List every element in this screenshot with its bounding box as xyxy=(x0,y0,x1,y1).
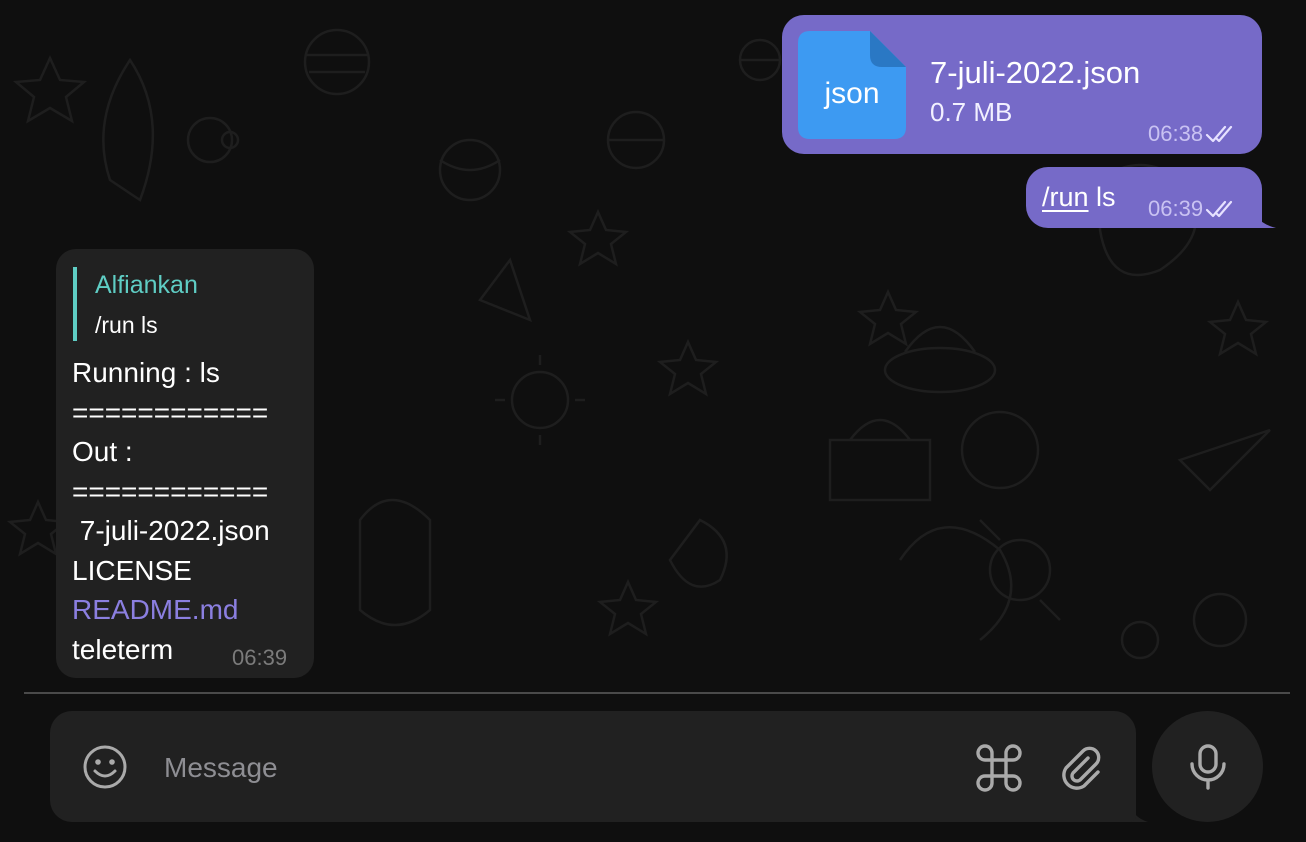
message-body: Running : ls ============ Out : ========… xyxy=(72,353,270,669)
double-check-icon xyxy=(1205,125,1233,143)
file-type-label: json xyxy=(824,77,880,110)
voice-message-button[interactable] xyxy=(1152,711,1263,822)
outgoing-command-message[interactable]: /run ls 06:39 xyxy=(1026,167,1262,228)
microphone-icon xyxy=(1190,744,1226,790)
smile-icon[interactable] xyxy=(83,745,127,789)
outgoing-file-message[interactable]: json 7-juli-2022.json 0.7 MB 06:38 xyxy=(782,15,1262,154)
bot-command-link[interactable]: /run xyxy=(1042,182,1089,212)
output-line: ============ xyxy=(72,475,269,507)
file-document-icon[interactable]: json xyxy=(798,31,906,139)
output-line: LICENSE xyxy=(72,554,192,586)
command-icon[interactable] xyxy=(974,743,1024,793)
message-meta: 06:39 xyxy=(1148,196,1239,222)
output-line: Out : xyxy=(72,436,133,467)
message-time: 06:39 xyxy=(232,645,288,670)
composer-divider xyxy=(24,692,1290,694)
message-time: 06:38 xyxy=(1148,121,1204,146)
file-size: 0.7 MB xyxy=(930,97,1013,127)
double-check-icon xyxy=(1205,200,1233,218)
message-composer xyxy=(50,711,1136,822)
command-argument: ls xyxy=(1088,182,1116,212)
output-line: 7-juli-2022.json xyxy=(72,515,270,546)
file-name: 7-juli-2022.json xyxy=(930,55,1141,90)
reply-quote[interactable]: Alfiankan /run ls xyxy=(73,267,298,341)
output-line: ============ xyxy=(72,396,269,428)
message-meta: 06:38 xyxy=(1148,121,1239,147)
incoming-message[interactable]: Alfiankan /run ls Running : ls =========… xyxy=(56,249,314,678)
paperclip-icon[interactable] xyxy=(1056,742,1106,792)
command-text: /run ls xyxy=(1042,182,1116,213)
reply-quoted-text: /run ls xyxy=(95,312,158,338)
reply-sender-name: Alfiankan xyxy=(95,271,198,299)
message-input[interactable] xyxy=(162,741,946,795)
output-line: Running : ls xyxy=(72,357,220,388)
readme-link[interactable]: README.md xyxy=(72,590,270,630)
message-time: 06:39 xyxy=(1148,196,1204,221)
